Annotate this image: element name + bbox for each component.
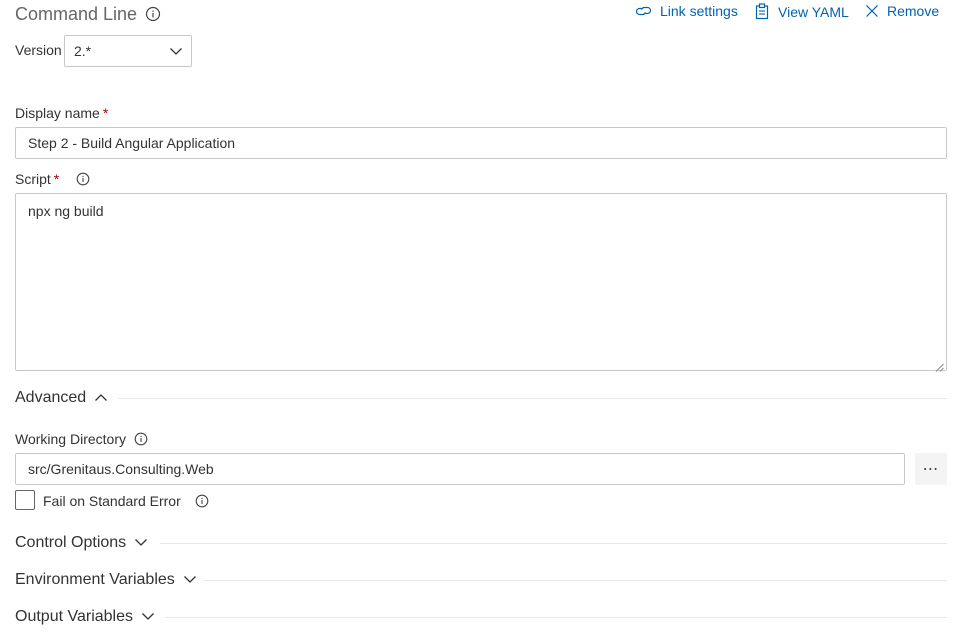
link-settings-button[interactable]: Link settings — [635, 3, 738, 19]
control-options-section-toggle[interactable]: Control Options — [15, 534, 148, 552]
display-name-input[interactable]: Step 2 - Build Angular Application — [15, 127, 947, 159]
chevron-up-icon — [94, 389, 108, 407]
working-directory-input[interactable]: src/Grenitaus.Consulting.Web — [15, 453, 905, 485]
version-dropdown[interactable]: 2.* — [64, 35, 192, 67]
output-variables-section-toggle[interactable]: Output Variables — [15, 608, 155, 626]
script-textarea[interactable]: npx ng build — [15, 193, 947, 372]
remove-button[interactable]: Remove — [865, 3, 939, 19]
clipboard-icon — [754, 3, 770, 20]
info-icon[interactable] — [76, 172, 90, 186]
display-name-label: Display name * — [15, 105, 109, 121]
section-divider — [204, 580, 947, 581]
resize-handle-icon[interactable] — [935, 359, 944, 372]
script-label: Script * — [15, 171, 90, 187]
chevron-down-icon — [134, 534, 148, 552]
info-icon[interactable] — [134, 432, 148, 446]
advanced-section-toggle[interactable]: Advanced — [15, 389, 108, 407]
fail-on-stderr-label: Fail on Standard Error — [43, 493, 209, 509]
chevron-down-icon — [169, 43, 183, 59]
browse-button[interactable]: ⋯ — [915, 453, 947, 485]
version-value: 2.* — [74, 43, 92, 59]
section-divider — [160, 543, 947, 544]
required-mark: * — [53, 171, 60, 187]
view-yaml-label: View YAML — [778, 3, 849, 20]
page-title: Command Line — [15, 4, 138, 24]
chevron-down-icon — [141, 608, 155, 626]
section-divider — [118, 398, 947, 399]
version-label: Version — [15, 42, 62, 58]
view-yaml-button[interactable]: View YAML — [754, 3, 849, 20]
close-icon — [865, 4, 879, 18]
link-icon — [635, 4, 652, 18]
chevron-down-icon — [183, 571, 197, 589]
section-divider — [165, 617, 947, 618]
remove-label: Remove — [887, 3, 940, 19]
info-icon[interactable] — [145, 6, 161, 22]
working-directory-label: Working Directory — [15, 431, 148, 447]
link-settings-label: Link settings — [660, 3, 738, 19]
environment-variables-section-toggle[interactable]: Environment Variables — [15, 571, 197, 589]
info-icon[interactable] — [195, 494, 209, 508]
required-mark: * — [102, 105, 109, 121]
fail-on-stderr-checkbox[interactable] — [15, 490, 35, 510]
